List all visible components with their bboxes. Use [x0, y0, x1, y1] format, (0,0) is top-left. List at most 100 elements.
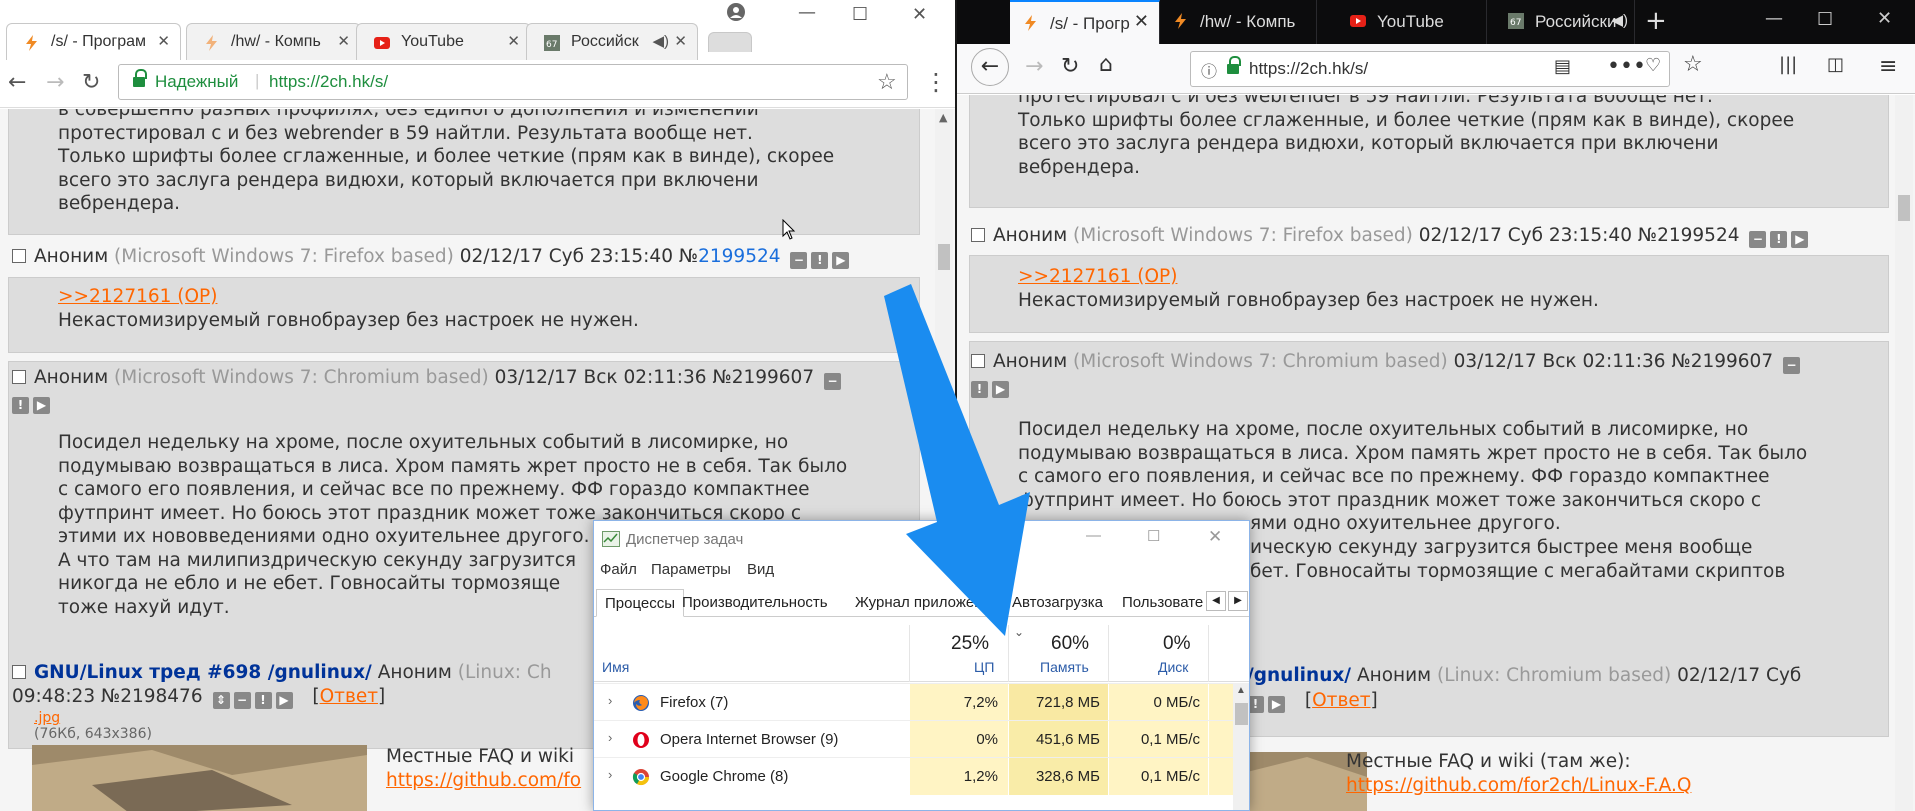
- tab-performance[interactable]: Производительность: [674, 589, 836, 617]
- hide-icon[interactable]: −: [790, 252, 808, 269]
- chrome-tab-rus[interactable]: 67 Российск ◀) ✕: [526, 23, 698, 60]
- forward-button[interactable]: →: [46, 70, 64, 95]
- expand-chevron-icon[interactable]: ›: [608, 767, 612, 782]
- firefox-tab-rus[interactable]: 67 Российски ◀): [1495, 0, 1635, 44]
- sidebar-icon[interactable]: ◫: [1827, 54, 1844, 75]
- tab-app-history[interactable]: Журнал приложени: [847, 589, 999, 617]
- reply-link[interactable]: >>2127161 (OP): [1018, 266, 1177, 287]
- play-icon[interactable]: ▶: [275, 692, 293, 709]
- hide-icon[interactable]: −: [233, 692, 251, 709]
- tabs-scroll-left[interactable]: ◀: [1206, 591, 1226, 611]
- reply-link[interactable]: >>2127161 (OP): [58, 286, 217, 307]
- close-tab-icon[interactable]: ✕: [337, 32, 350, 50]
- expand-chevron-icon[interactable]: ›: [608, 693, 612, 708]
- github-link[interactable]: https://github.com/fo: [386, 770, 581, 791]
- tabs-scroll-right[interactable]: ▶: [1228, 591, 1248, 611]
- home-icon[interactable]: ⌂: [1099, 52, 1113, 77]
- play-icon[interactable]: ▶: [1791, 231, 1809, 248]
- post-checkbox[interactable]: [971, 228, 985, 242]
- pocket-icon[interactable]: ♡: [1645, 55, 1661, 76]
- play-icon[interactable]: ▶: [33, 397, 50, 414]
- back-button[interactable]: ←: [8, 70, 26, 95]
- col-disk[interactable]: Диск: [1158, 659, 1188, 675]
- library-icon[interactable]: |||: [1779, 54, 1797, 75]
- col-cpu[interactable]: ЦП: [974, 659, 994, 675]
- address-bar[interactable]: Надежный | https://2ch.hk/s/ ☆: [118, 64, 908, 100]
- close-tab-icon[interactable]: ✕: [674, 32, 687, 50]
- reply-button[interactable]: Ответ: [320, 686, 378, 707]
- pin-icon[interactable]: ⇕: [212, 692, 230, 709]
- play-icon[interactable]: ▶: [832, 252, 850, 269]
- info-icon[interactable]: ⓘ: [1201, 58, 1217, 82]
- post-checkbox[interactable]: [12, 370, 26, 384]
- bookmark-star-icon[interactable]: ☆: [877, 69, 897, 95]
- bookmark-star-icon[interactable]: ☆: [1683, 52, 1703, 77]
- tab-users[interactable]: Пользовате: [1114, 589, 1211, 617]
- col-memory[interactable]: Память: [1040, 659, 1089, 675]
- close-window-button[interactable]: ✕: [1208, 527, 1222, 547]
- chrome-tab-youtube[interactable]: YouTube ✕: [356, 23, 531, 60]
- close-tab-icon[interactable]: ✕: [157, 32, 170, 50]
- reload-button[interactable]: ↻: [1061, 54, 1079, 79]
- report-icon[interactable]: !: [254, 692, 272, 709]
- minimize-button[interactable]: —: [798, 2, 816, 23]
- process-row[interactable]: › Google Chrome (8) 1,2% 328,6 МБ 0,1 МБ…: [594, 757, 1234, 795]
- scroll-thumb[interactable]: [1235, 703, 1248, 725]
- menu-icon[interactable]: ⋮: [924, 68, 948, 96]
- page-actions-icon[interactable]: •••: [1607, 54, 1646, 79]
- tab-startup[interactable]: Автозагрузка: [1004, 589, 1111, 617]
- scrollbar[interactable]: [1895, 95, 1913, 811]
- hide-icon[interactable]: −: [1749, 231, 1767, 248]
- report-icon[interactable]: !: [12, 397, 29, 414]
- process-list-scrollbar[interactable]: ▲: [1233, 683, 1249, 810]
- post-checkbox[interactable]: [12, 249, 26, 263]
- close-tab-icon[interactable]: ✕: [1134, 11, 1149, 32]
- scroll-thumb[interactable]: [938, 244, 950, 270]
- new-tab-button[interactable]: [708, 32, 752, 52]
- close-window-button[interactable]: ✕: [1877, 8, 1892, 29]
- expand-chevron-icon[interactable]: ›: [608, 730, 612, 745]
- process-row[interactable]: › Opera Internet Browser (9) 0% 451,6 МБ…: [594, 720, 1234, 758]
- scroll-thumb[interactable]: [1898, 195, 1910, 221]
- firefox-tab-hw[interactable]: /hw/ - Компь: [1160, 0, 1317, 44]
- col-name[interactable]: Имя: [602, 659, 629, 675]
- thread-image[interactable]: [32, 745, 367, 811]
- process-row[interactable]: › Firefox (7) 7,2% 721,8 МБ 0 МБ/с: [594, 683, 1234, 721]
- back-button[interactable]: ←: [971, 48, 1009, 86]
- close-window-button[interactable]: ✕: [912, 4, 927, 25]
- report-icon[interactable]: !: [1770, 231, 1788, 248]
- hide-icon[interactable]: −: [1783, 357, 1800, 374]
- new-tab-button[interactable]: +: [1645, 6, 1667, 36]
- hide-icon[interactable]: −: [824, 373, 841, 390]
- reader-view-icon[interactable]: ▤: [1554, 56, 1571, 77]
- maximize-button[interactable]: ☐: [852, 4, 868, 25]
- chrome-tab-s[interactable]: /s/ - Програм ✕: [6, 23, 181, 60]
- maximize-button[interactable]: ☐: [1817, 9, 1833, 30]
- reload-button[interactable]: ↻: [82, 70, 100, 95]
- play-icon[interactable]: ▶: [992, 381, 1009, 398]
- scroll-up-icon[interactable]: ▲: [939, 111, 947, 124]
- menu-file[interactable]: Файл: [600, 561, 637, 578]
- firefox-tab-s[interactable]: /s/ - Прогр ✕: [1010, 0, 1160, 44]
- post-number-link[interactable]: 2199524: [698, 246, 780, 267]
- menu-view[interactable]: Вид: [747, 561, 774, 578]
- menu-icon[interactable]: ≡: [1879, 54, 1897, 79]
- reply-button[interactable]: Ответ: [1312, 690, 1370, 711]
- tab-processes[interactable]: Процессы: [596, 589, 685, 617]
- maximize-button[interactable]: ☐: [1147, 527, 1160, 545]
- firefox-tab-youtube[interactable]: YouTube: [1337, 0, 1487, 44]
- chrome-tab-hw[interactable]: /hw/ - Компь ✕: [186, 23, 361, 60]
- forward-button[interactable]: →: [1025, 54, 1043, 79]
- close-tab-icon[interactable]: ✕: [507, 32, 520, 50]
- report-icon[interactable]: !: [811, 252, 829, 269]
- menu-options[interactable]: Параметры: [651, 561, 731, 578]
- minimize-button[interactable]: —: [1086, 527, 1101, 544]
- minimize-button[interactable]: —: [1765, 8, 1783, 29]
- address-bar[interactable]: ⓘ https://2ch.hk/s/: [1190, 51, 1670, 87]
- play-icon[interactable]: ▶: [1268, 696, 1285, 713]
- post-checkbox[interactable]: [12, 665, 26, 679]
- file-link[interactable]: .jpg: [34, 710, 152, 726]
- post-checkbox[interactable]: [971, 354, 985, 368]
- scroll-up-icon[interactable]: ▲: [1236, 685, 1246, 696]
- report-icon[interactable]: !: [971, 381, 988, 398]
